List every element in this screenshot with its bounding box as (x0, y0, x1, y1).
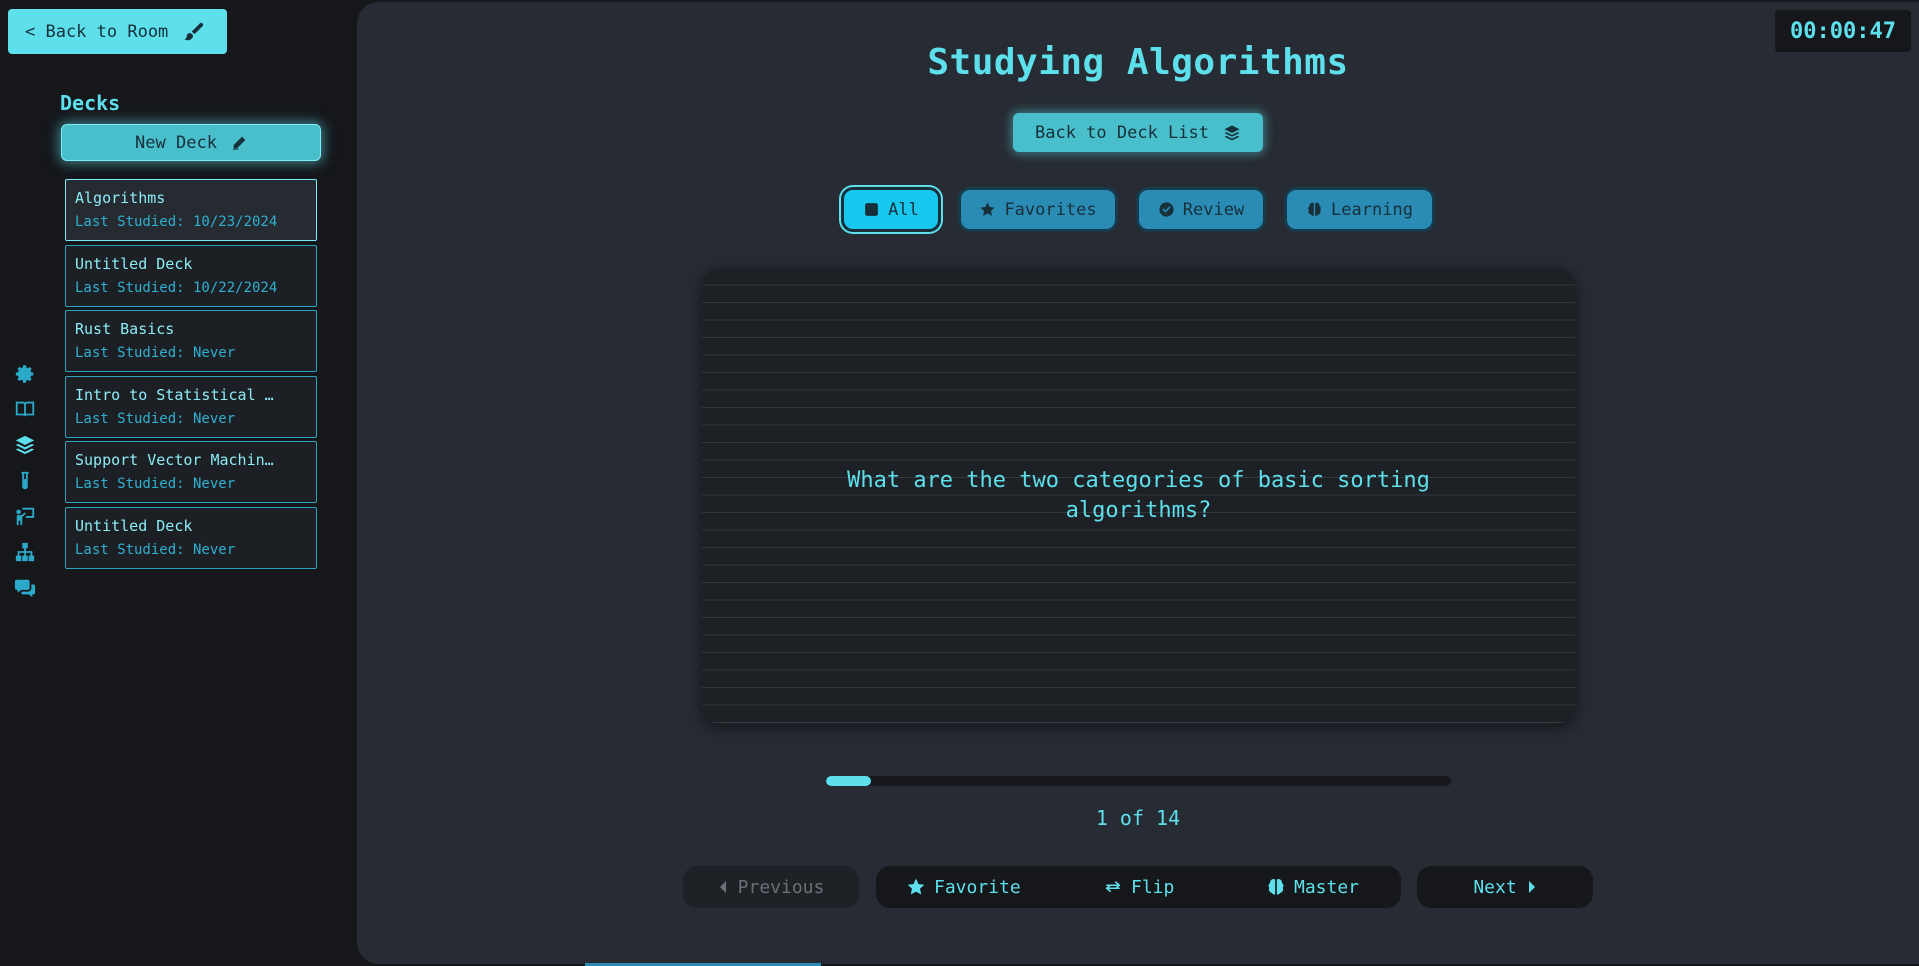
flip-arrows-icon (1105, 881, 1121, 893)
caret-left-icon (719, 881, 726, 893)
check-circle-icon (1159, 202, 1174, 217)
deck-name: Algorithms (75, 189, 166, 207)
filter-favorites[interactable]: Favorites (958, 187, 1118, 232)
back-to-deck-list-label: Back to Deck List (1035, 122, 1209, 143)
back-to-deck-list-button[interactable]: Back to Deck List (1013, 113, 1263, 152)
caret-right-icon (1528, 881, 1535, 893)
deck-item-support-vector[interactable]: Support Vector Machin… Last Studied: Nev… (65, 441, 317, 503)
sitemap-icon[interactable] (13, 540, 37, 564)
deck-name: Untitled Deck (75, 516, 193, 535)
flip-label: Flip (1131, 876, 1175, 898)
layers-icon (1224, 125, 1240, 140)
filter-review[interactable]: Review (1136, 187, 1266, 232)
deck-last-studied: Last Studied: Never (75, 476, 236, 492)
new-deck-button[interactable]: New Deck (61, 124, 321, 161)
filter-favorites-label: Favorites (1004, 199, 1097, 220)
paintbrush-icon (184, 22, 204, 41)
favorite-label: Favorite (934, 876, 1021, 898)
next-button[interactable]: Next (1417, 866, 1593, 908)
deck-name: Intro to Statistical … (75, 385, 274, 404)
deck-last-studied: Last Studied: Never (75, 541, 236, 558)
brain-icon (1268, 879, 1284, 895)
flashcard[interactable]: What are the two categories of basic sor… (702, 268, 1575, 724)
progress-bar (826, 776, 1451, 786)
deck-item-intro-statistical[interactable]: Intro to Statistical … Last Studied: Nev… (65, 375, 317, 438)
star-icon (980, 202, 996, 216)
filter-all-label: All (888, 199, 919, 220)
card-actions: Favorite Flip Master (876, 866, 1401, 908)
next-label: Next (1473, 876, 1517, 898)
deck-item-untitled-deck-2[interactable]: Untitled Deck Last Studied: Never (65, 506, 317, 569)
flashcard-question: What are the two categories of basic sor… (847, 468, 1430, 523)
progress-fill (826, 776, 871, 786)
deck-name: Rust Basics (75, 320, 175, 338)
deck-item-rust-basics[interactable]: Rust Basics Last Studied: Never (65, 310, 317, 372)
page-title: Studying Algorithms (927, 42, 1349, 83)
filter-review-label: Review (1182, 199, 1245, 220)
brain-icon (1308, 202, 1321, 216)
filter-learning[interactable]: Learning (1284, 187, 1435, 232)
star-icon (907, 878, 925, 895)
deck-last-studied: Last Studied: Never (75, 410, 236, 427)
filter-learning-label: Learning (1331, 199, 1413, 220)
deck-last-studied: Last Studied: 10/23/2024 (75, 214, 278, 230)
layers-icon[interactable] (13, 433, 37, 457)
deck-name: Support Vector Machin… (75, 451, 274, 469)
pen-icon (232, 136, 246, 150)
chat-icon[interactable] (13, 576, 37, 600)
deck-last-studied: Last Studied: Never (75, 345, 236, 361)
flask-icon[interactable] (13, 469, 37, 493)
presenter-icon[interactable] (13, 504, 37, 528)
favorite-button[interactable]: Favorite (906, 866, 1021, 908)
deck-name: Untitled Deck (75, 254, 193, 273)
back-to-room-label: < Back to Room (25, 21, 169, 42)
filter-all[interactable]: All (841, 187, 941, 232)
card-counter: 1 of 14 (1095, 806, 1181, 830)
new-deck-label: New Deck (135, 132, 217, 153)
gear-icon[interactable] (13, 362, 37, 386)
decks-heading: Decks (60, 91, 121, 115)
deck-last-studied: Last Studied: 10/22/2024 (75, 279, 278, 296)
previous-label: Previous (737, 876, 825, 898)
deck-item-untitled-deck[interactable]: Untitled Deck Last Studied: 10/22/2024 (65, 244, 317, 307)
square-icon (865, 203, 879, 216)
master-button[interactable]: Master (1266, 866, 1359, 908)
flip-button[interactable]: Flip (1103, 866, 1174, 908)
deck-item-algorithms[interactable]: Algorithms Last Studied: 10/23/2024 (65, 179, 317, 241)
deck-list: Algorithms Last Studied: 10/23/2024 Unti… (65, 179, 317, 572)
book-icon[interactable] (13, 397, 37, 421)
master-label: Master (1294, 876, 1360, 898)
previous-button[interactable]: Previous (683, 866, 859, 908)
